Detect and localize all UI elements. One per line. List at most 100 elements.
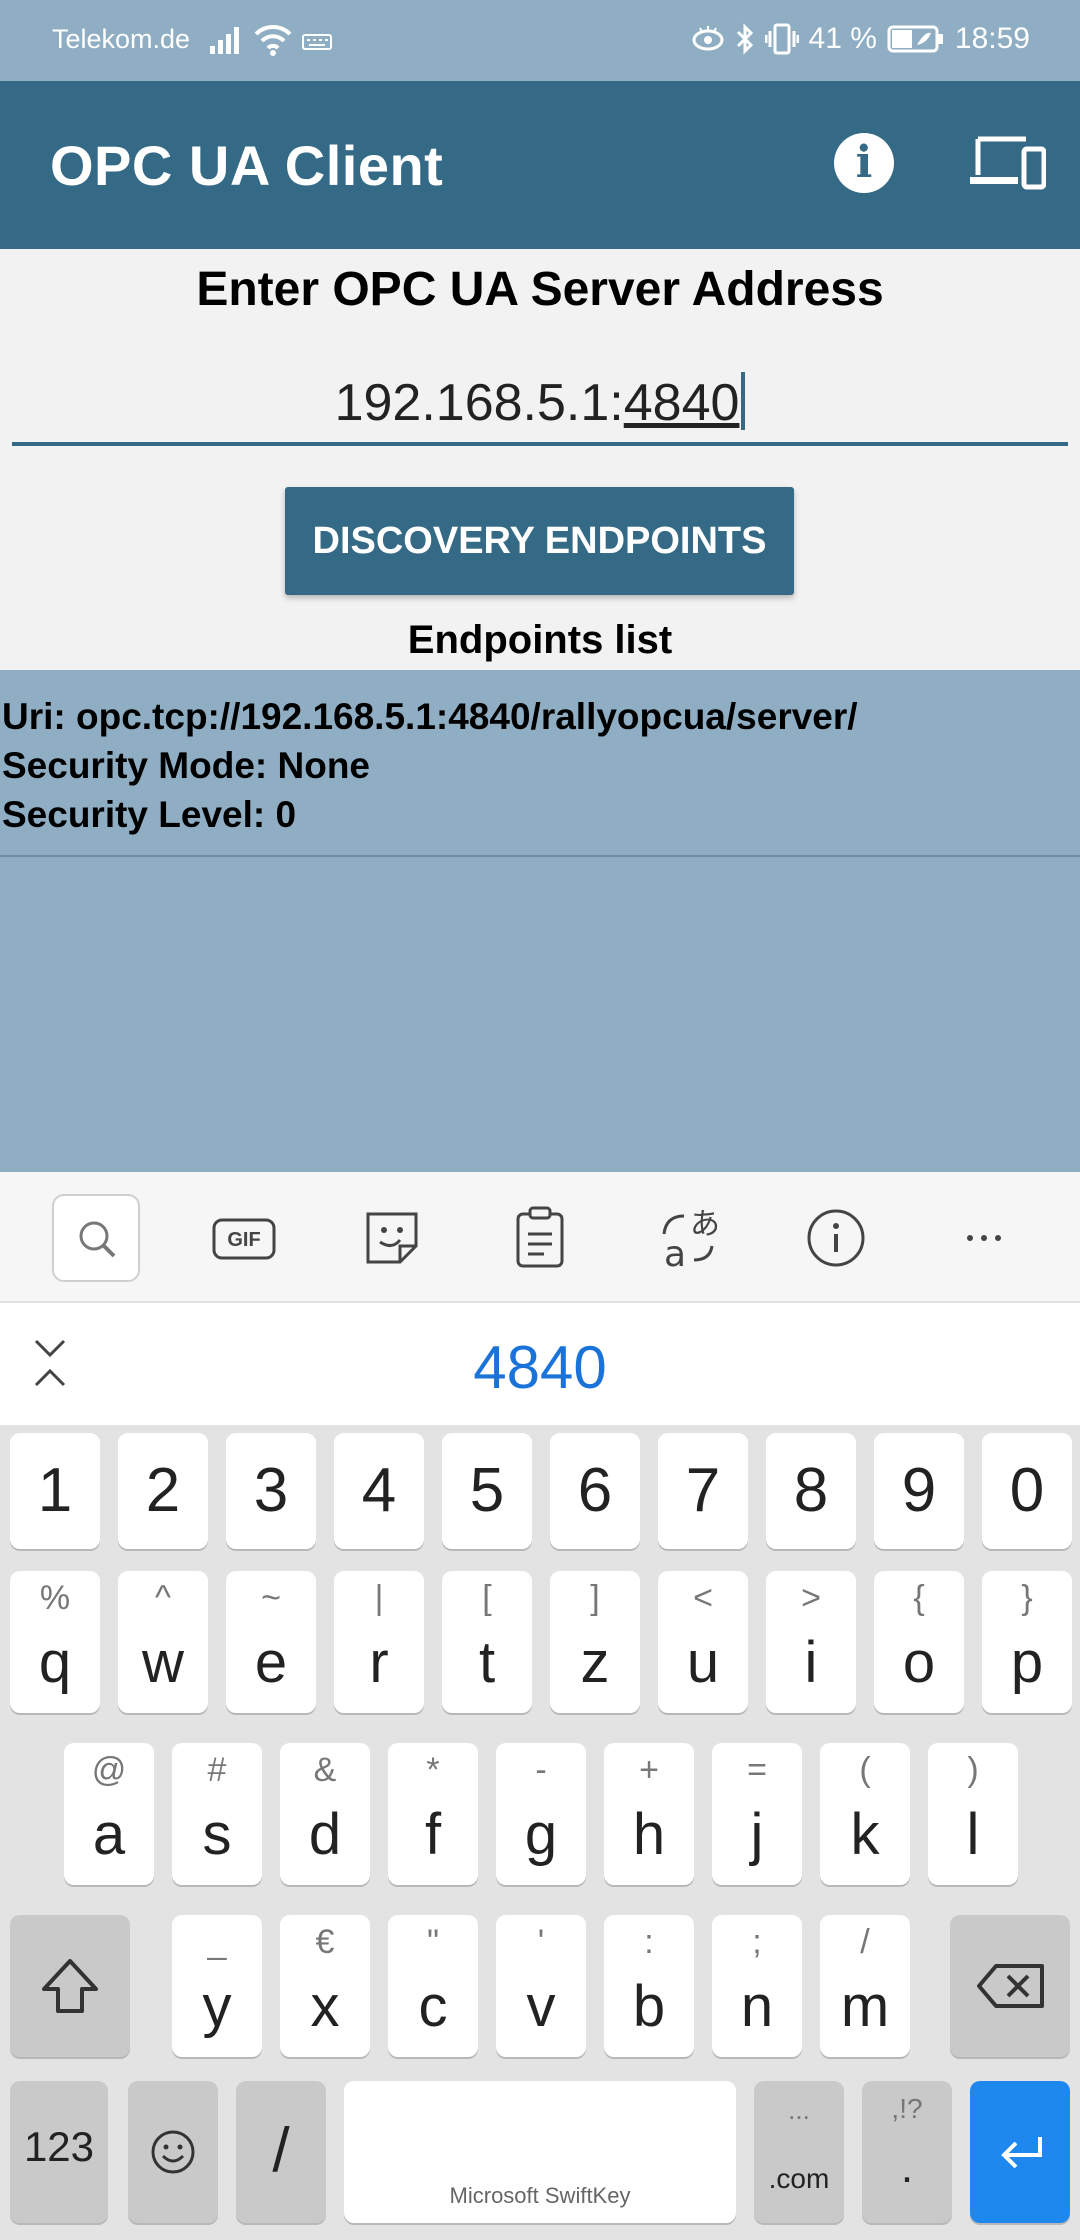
- key-i[interactable]: > i: [766, 1571, 856, 1713]
- key-9[interactable]: 9: [874, 1433, 964, 1549]
- dotcom-key[interactable]: ... .com: [754, 2081, 844, 2223]
- key-b[interactable]: :b: [604, 1915, 694, 2057]
- key-s-alt-label: #: [207, 1751, 227, 1789]
- backspace-icon[interactable]: [950, 1915, 1070, 2057]
- key-u[interactable]: < u: [658, 1571, 748, 1713]
- key-u-label: u: [686, 1630, 720, 1695]
- endpoint-uri: Uri: opc.tcp://192.168.5.1:4840/rallyopc…: [2, 696, 858, 737]
- carrier-label: Telekom.de: [52, 24, 191, 54]
- key-j-alt-label: =: [747, 1751, 767, 1789]
- key-q[interactable]: % q: [10, 1571, 100, 1713]
- key-6[interactable]: 6: [550, 1433, 640, 1549]
- space-key[interactable]: Microsoft SwiftKey: [344, 2081, 736, 2223]
- devices-icon[interactable]: [970, 135, 1046, 191]
- key-o[interactable]: {o: [874, 1571, 964, 1713]
- key-1[interactable]: 1: [10, 1433, 100, 1549]
- address-prefix: 192.168.5.1:: [334, 374, 624, 432]
- key-3[interactable]: 3: [226, 1433, 316, 1549]
- sticker-icon[interactable]: [348, 1194, 436, 1282]
- key-u-alt-label: <: [693, 1579, 713, 1617]
- battery-percent: 41 %: [808, 22, 877, 55]
- status-bar: Telekom.de 41 % 18:59: [0, 0, 1080, 81]
- key-v-label: v: [526, 1974, 556, 2039]
- key-l[interactable]: ) l: [928, 1743, 1018, 1885]
- key-k[interactable]: (k: [820, 1743, 910, 1885]
- shift-icon[interactable]: [10, 1915, 130, 2057]
- key-t[interactable]: [t: [442, 1571, 532, 1713]
- key-1-label: 1: [37, 1456, 73, 1525]
- keyboard-toolbar: GIF aあ: [0, 1172, 1080, 1302]
- endpoint-security-level: Security Level: 0: [2, 794, 297, 835]
- key-n-label: n: [740, 1974, 774, 2039]
- key-x[interactable]: € x: [280, 1915, 370, 2057]
- numbers-key-label: 123: [23, 2123, 95, 2170]
- key-8[interactable]: 8: [766, 1433, 856, 1549]
- server-address-input[interactable]: 192.168.5.1:4840: [12, 360, 1068, 446]
- server-address-value[interactable]: 192.168.5.1:4840: [12, 372, 1068, 433]
- key-9-label: 9: [901, 1456, 937, 1525]
- status-right: 41 % 18:59: [691, 22, 1030, 56]
- translate-icon[interactable]: aあ: [644, 1194, 732, 1282]
- key-y[interactable]: _ y: [172, 1915, 262, 2057]
- key-g[interactable]: -g: [496, 1743, 586, 1885]
- info-icon[interactable]: i: [834, 133, 894, 193]
- gif-icon[interactable]: GIF: [200, 1194, 288, 1282]
- list-item[interactable]: Uri: opc.tcp://192.168.5.1:4840/rallyopc…: [0, 670, 1080, 857]
- key-l-label: l: [966, 1802, 980, 1867]
- key-e[interactable]: ~ e: [226, 1571, 316, 1713]
- key-m[interactable]: / m: [820, 1915, 910, 2057]
- key-7-label: 7: [685, 1456, 721, 1525]
- clock: 18:59: [954, 22, 1030, 55]
- key-2[interactable]: 2: [118, 1433, 208, 1549]
- slash-key[interactable]: /: [236, 2081, 326, 2223]
- info-icon[interactable]: [792, 1194, 880, 1282]
- key-z[interactable]: ] z: [550, 1571, 640, 1713]
- period-key[interactable]: ,!? .: [862, 2081, 952, 2223]
- wifi-icon: [254, 24, 292, 56]
- keyboard-icon: [302, 34, 332, 50]
- key-p-alt-label: }: [1021, 1579, 1033, 1617]
- key-x-label: x: [310, 1974, 340, 2039]
- key-a[interactable]: @ a: [64, 1743, 154, 1885]
- key-i-alt-label: >: [801, 1579, 821, 1617]
- key-i-label: i: [804, 1630, 818, 1695]
- battery-icon: [887, 25, 943, 53]
- key-r[interactable]: | r: [334, 1571, 424, 1713]
- key-4[interactable]: 4: [334, 1433, 424, 1549]
- search-icon[interactable]: [52, 1194, 140, 1282]
- key-v[interactable]: ' v: [496, 1915, 586, 2057]
- prediction-suggestion[interactable]: 4840: [0, 1333, 1080, 1402]
- clipboard-icon[interactable]: [496, 1194, 584, 1282]
- emoji-icon[interactable]: [128, 2081, 218, 2223]
- key-g-alt-label: -: [535, 1751, 547, 1789]
- key-s[interactable]: # s: [172, 1743, 262, 1885]
- key-7[interactable]: 7: [658, 1433, 748, 1549]
- key-w[interactable]: ^ w: [118, 1571, 208, 1713]
- key-m-alt-label: /: [860, 1923, 870, 1961]
- dotcom-alt-label: ...: [788, 2095, 810, 2125]
- numbers-key[interactable]: 123: [10, 2081, 108, 2223]
- slash-key-label: /: [272, 2116, 290, 2185]
- key-o-label: o: [902, 1630, 936, 1695]
- key-d-alt-label: &: [313, 1751, 337, 1789]
- enter-icon[interactable]: [970, 2081, 1070, 2223]
- key-t-alt-label: [: [482, 1579, 492, 1617]
- prediction-bar: 4840: [0, 1303, 1080, 1425]
- key-a-alt-label: @: [91, 1751, 127, 1789]
- key-b-label: b: [632, 1974, 666, 2039]
- key-c[interactable]: " c: [388, 1915, 478, 2057]
- key-h[interactable]: + h: [604, 1743, 694, 1885]
- key-5[interactable]: 5: [442, 1433, 532, 1549]
- eye-comfort-icon: [692, 26, 724, 51]
- discovery-endpoints-button[interactable]: DISCOVERY ENDPOINTS: [285, 487, 794, 595]
- text-cursor: [741, 372, 746, 430]
- key-0[interactable]: 0: [982, 1433, 1072, 1549]
- key-f[interactable]: * f: [388, 1743, 478, 1885]
- key-p[interactable]: } p: [982, 1571, 1072, 1713]
- key-h-alt-label: +: [639, 1751, 659, 1789]
- key-d[interactable]: & d: [280, 1743, 370, 1885]
- key-j[interactable]: = j: [712, 1743, 802, 1885]
- bluetooth-icon: [736, 23, 753, 55]
- key-n[interactable]: ; n: [712, 1915, 802, 2057]
- more-icon[interactable]: [940, 1194, 1028, 1282]
